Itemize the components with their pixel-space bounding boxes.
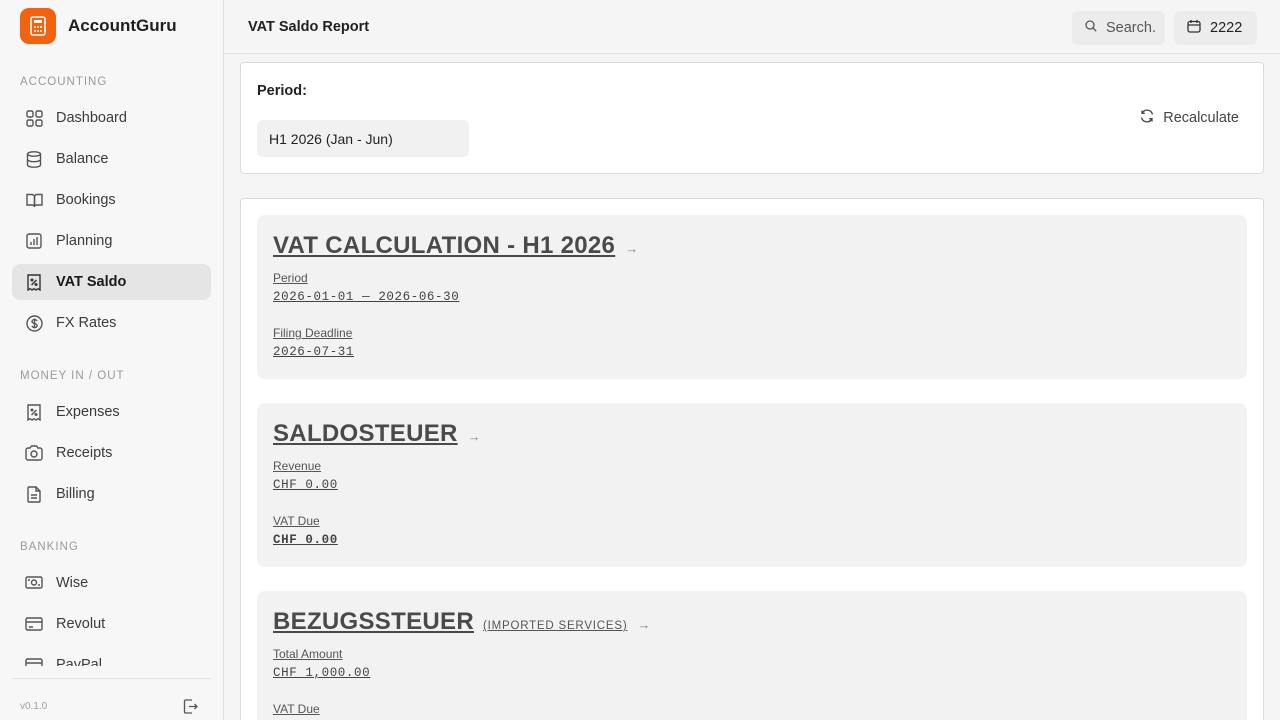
sidebar-item-billing[interactable]: Billing <box>12 476 211 512</box>
sidebar-item-label: Revolut <box>56 616 106 632</box>
book-icon <box>25 191 43 209</box>
sidebar-item-label: Wise <box>56 575 89 591</box>
saldosteuer-header[interactable]: SALDOSTEUER → <box>273 420 481 448</box>
vat-calculation-title: VAT CALCULATION - H1 2026 <box>273 232 616 259</box>
credit-card-icon <box>25 656 43 666</box>
year-label: 2222 <box>1210 20 1243 36</box>
receipt-percent-icon <box>25 273 43 291</box>
banknote-icon <box>25 574 43 592</box>
top-bar: VAT Saldo Report Search. 2222 <box>224 0 1280 54</box>
calendar-icon <box>1187 19 1201 37</box>
section-title-banking: BANKING <box>20 541 79 553</box>
sidebar-footer: v0.1.0 <box>12 678 211 720</box>
period-field-value: 2026-01-01 — 2026-06-30 <box>273 290 460 304</box>
sidebar-item-label: PayPal <box>56 657 102 666</box>
dollar-circle-icon <box>25 314 43 332</box>
vat-due-value: CHF 0.00 <box>273 533 338 547</box>
refresh-icon <box>1140 109 1154 127</box>
saldosteuer-title: SALDOSTEUER <box>273 420 458 447</box>
sidebar-item-fx-rates[interactable]: FX Rates <box>12 305 211 341</box>
sidebar-item-label: Planning <box>56 233 113 249</box>
period-select[interactable]: H1 2026 (Jan - Jun) <box>257 120 469 157</box>
sidebar-item-receipts[interactable]: Receipts <box>12 435 211 471</box>
sidebar-item-bookings[interactable]: Bookings <box>12 182 211 218</box>
period-card: Period: H1 2026 (Jan - Jun) Recalculate <box>240 62 1264 174</box>
vat-due-label: VAT Due <box>273 702 320 716</box>
revenue-value: CHF 0.00 <box>273 478 338 492</box>
database-icon <box>25 150 43 168</box>
calculator-icon <box>20 8 56 44</box>
sidebar-item-wise[interactable]: Wise <box>12 565 211 601</box>
vat-report: VAT CALCULATION - H1 2026 → Period 2026-… <box>240 198 1264 720</box>
version-label: v0.1.0 <box>20 701 48 712</box>
period-selected-value: H1 2026 (Jan - Jun) <box>269 130 393 147</box>
sidebar-item-label: Bookings <box>56 192 116 208</box>
sidebar-item-label: FX Rates <box>56 315 117 331</box>
app-name: AccountGuru <box>68 16 177 35</box>
sidebar-item-planning[interactable]: Planning <box>12 223 211 259</box>
sidebar-nav: ACCOUNTING Dashboard Balance Bookings Pl… <box>0 64 223 666</box>
sidebar-item-balance[interactable]: Balance <box>12 141 211 177</box>
sidebar-item-label: Dashboard <box>56 110 127 126</box>
arrow-right-icon: → <box>625 241 639 256</box>
sidebar-item-label: VAT Saldo <box>56 274 127 290</box>
section-title-accounting: ACCOUNTING <box>20 76 108 88</box>
search-icon <box>1085 20 1097 36</box>
arrow-right-icon: → <box>637 617 651 632</box>
grid-icon <box>25 109 43 127</box>
bezugssteuer-block[interactable]: BEZUGSSTEUER (IMPORTED SERVICES) → Total… <box>257 591 1247 720</box>
vat-calculation-block[interactable]: VAT CALCULATION - H1 2026 → Period 2026-… <box>257 215 1247 379</box>
sidebar-item-revolut[interactable]: Revolut <box>12 606 211 642</box>
vat-due-label: VAT Due <box>273 514 320 528</box>
bar-chart-icon <box>25 232 43 250</box>
file-text-icon <box>25 485 43 503</box>
arrow-right-icon: → <box>467 429 481 444</box>
revenue-label: Revenue <box>273 459 322 473</box>
recalculate-button[interactable]: Recalculate <box>1140 109 1239 127</box>
year-selector[interactable]: 2222 <box>1174 11 1257 45</box>
recalculate-label: Recalculate <box>1163 110 1239 126</box>
bezugssteuer-title: BEZUGSSTEUER <box>273 608 474 635</box>
sidebar: AccountGuru ACCOUNTING Dashboard Balance… <box>0 0 224 720</box>
sidebar-item-paypal[interactable]: PayPal <box>12 647 211 666</box>
camera-icon <box>25 444 43 462</box>
period-label: Period: <box>257 83 307 99</box>
period-field-label: Period <box>273 271 308 285</box>
brand[interactable]: AccountGuru <box>20 8 177 44</box>
section-title-money: MONEY IN / OUT <box>20 370 125 382</box>
sidebar-item-dashboard[interactable]: Dashboard <box>12 100 211 136</box>
search-button[interactable]: Search. <box>1072 11 1165 45</box>
logout-icon[interactable] <box>183 699 199 715</box>
bezugssteuer-subtitle: (IMPORTED SERVICES) <box>482 620 628 632</box>
sidebar-item-label: Receipts <box>56 445 113 461</box>
sidebar-item-label: Balance <box>56 151 109 167</box>
deadline-field-label: Filing Deadline <box>273 326 353 340</box>
sidebar-item-label: Expenses <box>56 404 120 420</box>
deadline-field-value: 2026-07-31 <box>273 345 355 359</box>
receipt-percent-icon <box>25 403 43 421</box>
page-title: VAT Saldo Report <box>248 19 370 35</box>
vat-calculation-header[interactable]: VAT CALCULATION - H1 2026 → <box>273 232 638 260</box>
search-label: Search. <box>1106 20 1156 36</box>
total-amount-label: Total Amount <box>273 647 343 661</box>
sidebar-item-label: Billing <box>56 486 95 502</box>
total-amount-value: CHF 1,000.00 <box>273 666 371 680</box>
credit-card-icon <box>25 615 43 633</box>
sidebar-item-vat-saldo[interactable]: VAT Saldo <box>12 264 211 300</box>
sidebar-item-expenses[interactable]: Expenses <box>12 394 211 430</box>
saldosteuer-block[interactable]: SALDOSTEUER → Revenue CHF 0.00 VAT Due C… <box>257 403 1247 567</box>
bezugssteuer-header[interactable]: BEZUGSSTEUER (IMPORTED SERVICES) → <box>273 608 650 636</box>
